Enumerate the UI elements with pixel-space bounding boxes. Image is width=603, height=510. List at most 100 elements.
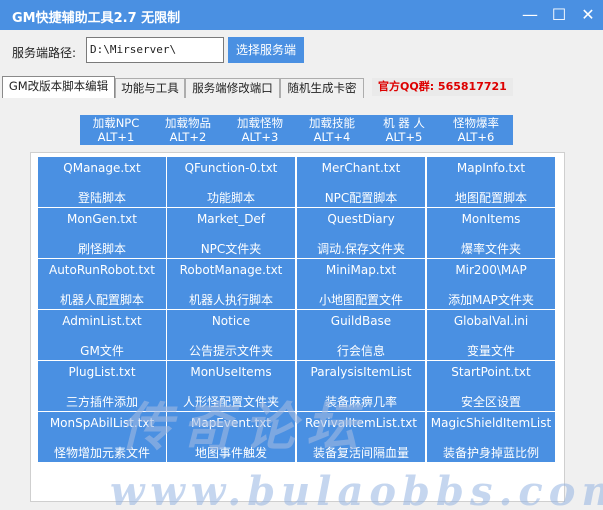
script-file-button[interactable]: AutoRunRobot.txt 机器人配置脚本 (38, 259, 166, 309)
script-file-name: Mir200\MAP (455, 263, 527, 277)
script-file-button[interactable]: PlugList.txt 三方插件添加 (38, 361, 166, 411)
script-file-button[interactable]: GuildBase 行会信息 (297, 310, 425, 360)
load-items-label: 加载物品 (165, 116, 211, 130)
load-npc-button[interactable]: 加载NPC ALT+1 (80, 115, 152, 145)
script-file-name: MiniMap.txt (325, 263, 397, 277)
script-file-description: 机器人执行脚本 (188, 293, 273, 307)
script-file-button[interactable]: QManage.txt 登陆脚本 (38, 157, 166, 207)
tab-panel: 加载NPC ALT+1 加载物品 ALT+2 加载怪物 ALT+3 加载技能 A… (0, 98, 603, 510)
minimize-icon[interactable]: — (515, 0, 545, 30)
load-items-button[interactable]: 加载物品 ALT+2 (152, 115, 224, 145)
script-file-name: GlobalVal.ini (453, 314, 529, 328)
close-icon[interactable]: ✕ (573, 0, 603, 30)
script-file-name: MonGen.txt (67, 212, 137, 226)
script-file-description: 装备复活间隔血量 (312, 446, 409, 460)
script-file-button[interactable]: MonUseItems 人形怪配置文件夹 (167, 361, 295, 411)
monster-droprate-button[interactable]: 怪物爆率 ALT+6 (440, 115, 512, 145)
script-file-name: MonItems (461, 212, 521, 226)
script-file-name: MagicShieldItemList (430, 416, 552, 430)
script-file-button[interactable]: MagicShieldItemList 装备护身掉蓝比例 (427, 412, 555, 462)
script-file-description: 地图配置脚本 (454, 191, 527, 205)
script-file-button[interactable]: MapInfo.txt 地图配置脚本 (427, 157, 555, 207)
script-file-name: MonSpAbilList.txt (49, 416, 155, 430)
script-file-button[interactable]: GlobalVal.ini 变量文件 (427, 310, 555, 360)
script-file-button[interactable]: Market_Def NPC文件夹 (167, 208, 295, 258)
script-file-button[interactable]: RevivalItemList.txt 装备复活间隔血量 (297, 412, 425, 462)
script-file-description: 怪物增加元素文件 (53, 446, 150, 460)
script-file-name: RobotManage.txt (179, 263, 283, 277)
script-file-name: MerChant.txt (321, 161, 401, 175)
script-file-description: 小地图配置文件 (318, 293, 403, 307)
script-file-description: 变量文件 (466, 344, 515, 358)
script-file-button[interactable]: StartPoint.txt 安全区设置 (427, 361, 555, 411)
title-bar: GM快捷辅助工具2.7 无限制 — ☐ ✕ (0, 0, 603, 30)
script-file-description: NPC配置脚本 (324, 191, 398, 205)
script-file-grid: QManage.txt 登陆脚本 QFunction-0.txt 功能脚本 MerCha… (30, 152, 565, 502)
script-file-button[interactable]: MonItems 爆率文件夹 (427, 208, 555, 258)
qq-group-label: 官方QQ群: 565817721 (372, 78, 513, 96)
monster-droprate-label: 怪物爆率 (453, 116, 499, 130)
load-skills-shortcut: ALT+4 (313, 130, 351, 144)
script-file-button[interactable]: MonSpAbilList.txt 怪物增加元素文件 (38, 412, 166, 462)
script-file-description: 登陆脚本 (77, 191, 126, 205)
maximize-icon[interactable]: ☐ (544, 0, 574, 30)
load-npc-shortcut: ALT+1 (97, 130, 135, 144)
server-path-label: 服务端路径: (12, 46, 77, 60)
script-file-name: QFunction-0.txt (184, 161, 278, 175)
tab-server-ports[interactable]: 服务端修改端口 (185, 78, 280, 98)
load-monsters-button[interactable]: 加载怪物 ALT+3 (224, 115, 296, 145)
script-file-name: Notice (211, 314, 251, 328)
robot-shortcut: ALT+5 (385, 130, 423, 144)
script-file-description: 爆率文件夹 (460, 242, 521, 256)
load-skills-button[interactable]: 加载技能 ALT+4 (296, 115, 368, 145)
script-file-description: 刷怪脚本 (77, 242, 126, 256)
script-file-description: 安全区设置 (460, 395, 521, 409)
tab-random-cards[interactable]: 随机生成卡密 (280, 78, 364, 98)
script-file-name: RevivalItemList.txt (304, 416, 418, 430)
tab-bar: GM改版本脚本编辑 功能与工具 服务端修改端口 随机生成卡密 官方QQ群: 56… (0, 76, 603, 98)
script-file-name: MapInfo.txt (456, 161, 526, 175)
script-file-name: PlugList.txt (68, 365, 136, 379)
load-button-bar: 加载NPC ALT+1 加载物品 ALT+2 加载怪物 ALT+3 加载技能 A… (80, 115, 513, 145)
load-skills-label: 加载技能 (309, 116, 355, 130)
window-title: GM快捷辅助工具2.7 无限制 (12, 11, 181, 26)
script-file-button[interactable]: Mir200\MAP 添加MAP文件夹 (427, 259, 555, 309)
script-file-button[interactable]: MiniMap.txt 小地图配置文件 (297, 259, 425, 309)
script-file-name: AdminList.txt (62, 314, 142, 328)
script-file-button[interactable]: ParalysisItemList 装备麻痹几率 (297, 361, 425, 411)
script-file-description: 装备麻痹几率 (324, 395, 397, 409)
script-file-description: 人形怪配置文件夹 (182, 395, 279, 409)
script-file-name: ParalysisItemList (310, 365, 412, 379)
script-file-name: AutoRunRobot.txt (48, 263, 155, 277)
script-file-description: NPC文件夹 (200, 242, 262, 256)
script-file-description: GM文件 (80, 344, 124, 358)
load-monsters-label: 加载怪物 (237, 116, 283, 130)
script-file-description: 添加MAP文件夹 (448, 293, 534, 307)
robot-button[interactable]: 机 器 人 ALT+5 (368, 115, 440, 145)
script-file-description: 装备护身掉蓝比例 (442, 446, 539, 460)
script-file-description: 行会信息 (336, 344, 385, 358)
script-file-button[interactable]: AdminList.txt GM文件 (38, 310, 166, 360)
script-file-button[interactable]: Notice 公告提示文件夹 (167, 310, 295, 360)
select-server-button[interactable]: 选择服务端 (228, 37, 304, 63)
load-items-shortcut: ALT+2 (169, 130, 207, 144)
server-path-input[interactable]: D:\Mirserver\ (86, 37, 224, 63)
script-file-description: 公告提示文件夹 (188, 344, 273, 358)
script-file-button[interactable]: MerChant.txt NPC配置脚本 (297, 157, 425, 207)
tab-gm-script-edit[interactable]: GM改版本脚本编辑 (2, 76, 115, 98)
script-file-description: 地图事件触发 (194, 446, 267, 460)
server-path-row: 服务端路径: D:\Mirserver\ 选择服务端 (0, 30, 603, 76)
script-file-description: 机器人配置脚本 (59, 293, 144, 307)
script-file-button[interactable]: MonGen.txt 刷怪脚本 (38, 208, 166, 258)
script-file-button[interactable]: MapEvent.txt 地图事件触发 (167, 412, 295, 462)
script-file-name: MonUseItems (190, 365, 272, 379)
script-file-name: QManage.txt (63, 161, 141, 175)
script-file-description: 调动.保存文件夹 (317, 242, 405, 256)
script-file-description: 功能脚本 (206, 191, 255, 205)
tab-functions-tools[interactable]: 功能与工具 (115, 78, 185, 98)
script-file-name: GuildBase (330, 314, 392, 328)
script-file-button[interactable]: QuestDiary 调动.保存文件夹 (297, 208, 425, 258)
script-file-button[interactable]: RobotManage.txt 机器人执行脚本 (167, 259, 295, 309)
script-file-name: QuestDiary (327, 212, 395, 226)
script-file-button[interactable]: QFunction-0.txt 功能脚本 (167, 157, 295, 207)
